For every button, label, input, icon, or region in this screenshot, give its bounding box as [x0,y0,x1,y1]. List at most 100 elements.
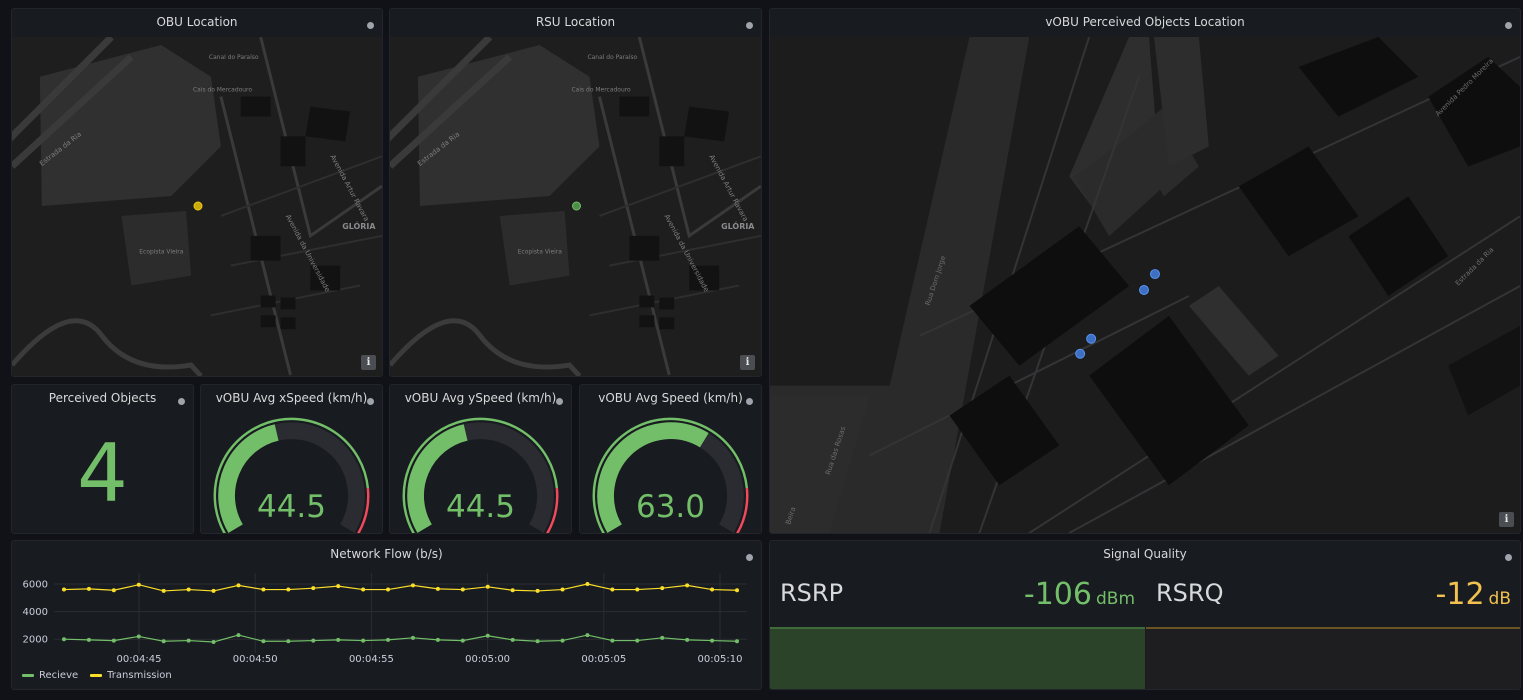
data-point-recieve[interactable] [660,635,665,640]
rsu-map[interactable]: Estrada da Ria Canal do Paraíso Cais do … [390,37,761,376]
data-point-recieve[interactable] [236,633,241,638]
data-point-transmission[interactable] [136,582,141,587]
data-point-transmission[interactable] [62,587,66,592]
panel-menu-icon[interactable] [746,22,753,29]
map-info-button[interactable]: i [740,355,755,370]
map-district-label: GLÓRIA [721,220,755,231]
legend-label: Transmission [107,670,172,681]
data-point-recieve[interactable] [585,633,590,638]
data-point-transmission[interactable] [111,588,116,593]
data-point-recieve[interactable] [286,639,291,644]
data-point-transmission[interactable] [560,587,565,592]
panel-title: vOBU Avg xSpeed (km/h) [215,391,368,405]
perceived-object-marker[interactable] [1075,348,1086,359]
perceived-object-marker[interactable] [1139,285,1149,295]
obu-marker[interactable] [193,201,203,211]
data-point-transmission[interactable] [86,586,91,591]
data-point-recieve[interactable] [435,637,440,642]
x-tick-label: 00:04:45 [117,654,162,663]
perceived-object-marker[interactable] [1149,269,1160,280]
map-info-button[interactable]: i [361,355,376,370]
data-point-recieve[interactable] [261,639,266,644]
signal-quality-panel: Signal Quality RSRP -106 dBm RSRQ -12 dB [769,540,1521,690]
data-point-recieve[interactable] [560,638,565,643]
data-point-transmission[interactable] [485,584,490,589]
rsrq-label: RSRQ [1156,579,1224,607]
data-point-recieve[interactable] [485,633,490,638]
legend-item-recieve[interactable]: Recieve [22,670,78,681]
data-point-transmission[interactable] [610,587,615,592]
data-point-transmission[interactable] [211,588,216,593]
data-point-recieve[interactable] [635,638,640,643]
data-point-transmission[interactable] [510,588,515,593]
data-point-recieve[interactable] [136,634,141,639]
data-point-transmission[interactable] [635,587,640,592]
data-point-recieve[interactable] [361,638,366,643]
data-point-recieve[interactable] [186,638,191,643]
legend-swatch [22,673,34,677]
data-point-transmission[interactable] [535,588,540,593]
panel-title: RSU Location [535,15,616,29]
data-point-transmission[interactable] [186,587,191,592]
rsu-marker[interactable] [572,201,581,211]
panel-menu-icon[interactable] [367,398,374,405]
data-point-recieve[interactable] [86,637,91,642]
data-point-transmission[interactable] [710,587,715,592]
chart-legend: Recieve Transmission [22,670,172,681]
data-point-transmission[interactable] [685,583,690,588]
data-point-transmission[interactable] [585,582,590,587]
data-point-transmission[interactable] [286,587,291,592]
panel-menu-icon[interactable] [556,398,563,405]
data-point-transmission[interactable] [735,588,739,593]
data-point-recieve[interactable] [535,639,540,644]
data-point-recieve[interactable] [610,638,615,643]
map-info-button[interactable]: i [1499,512,1514,527]
legend-label: Recieve [39,670,79,681]
obu-map-canvas[interactable]: Estrada da Ria Canal do Paraíso Cais do … [12,37,382,376]
perceived-objects-panel: Perceived Objects 4 [11,384,194,534]
panel-menu-icon[interactable] [178,398,185,405]
panel-menu-icon[interactable] [746,398,753,405]
data-point-transmission[interactable] [336,584,341,589]
rsrp-number: -106 [1023,577,1092,612]
data-point-recieve[interactable] [685,637,690,642]
legend-item-transmission[interactable]: Transmission [90,670,172,681]
data-point-recieve[interactable] [62,637,66,642]
x-tick-label: 00:04:55 [349,654,394,663]
vobu-map[interactable]: Rua Dom Jorge Rua das Rosas Avenida Pedr… [770,37,1520,533]
data-point-transmission[interactable] [161,588,166,593]
data-point-recieve[interactable] [460,638,465,643]
panel-menu-icon[interactable] [1505,22,1512,29]
network-flow-chart[interactable]: 2000 4000 6000 00:04:45 00:04:50 00:04:55 00:0… [12,569,762,663]
obu-map[interactable]: Estrada da Ria Canal do Paraíso Cais do … [12,37,382,376]
data-point-recieve[interactable] [336,637,341,642]
data-point-recieve[interactable] [211,639,216,644]
data-point-transmission[interactable] [261,587,266,592]
data-point-transmission[interactable] [361,587,366,592]
data-point-recieve[interactable] [710,638,715,643]
data-point-recieve[interactable] [510,637,515,642]
panel-menu-icon[interactable] [746,554,753,561]
rsrq-stat: RSRQ -12 dB [1146,541,1520,689]
data-point-recieve[interactable] [161,639,166,644]
data-point-transmission[interactable] [311,586,316,591]
data-point-recieve[interactable] [386,637,391,642]
rsu-map-canvas[interactable]: Estrada da Ria Canal do Paraíso Cais do … [390,37,761,376]
vobu-map-canvas[interactable]: Rua Dom Jorge Rua das Rosas Avenida Pedr… [770,37,1520,533]
rsrp-stat: RSRP -106 dBm [770,541,1145,689]
data-point-recieve[interactable] [311,638,316,643]
data-point-transmission[interactable] [435,586,440,591]
rsrq-sparkline-area [1146,627,1520,689]
data-point-transmission[interactable] [660,586,665,591]
data-point-recieve[interactable] [735,639,739,644]
perceived-object-marker[interactable] [1086,333,1097,344]
data-point-transmission[interactable] [460,587,465,592]
data-point-recieve[interactable] [111,638,116,643]
data-point-transmission[interactable] [410,583,415,588]
panel-menu-icon[interactable] [367,22,374,29]
data-point-recieve[interactable] [410,635,415,640]
data-point-transmission[interactable] [386,587,391,592]
panel-title: vOBU Avg Speed (km/h) [598,391,743,405]
x-tick-label: 00:05:10 [698,654,743,663]
data-point-transmission[interactable] [236,583,241,588]
